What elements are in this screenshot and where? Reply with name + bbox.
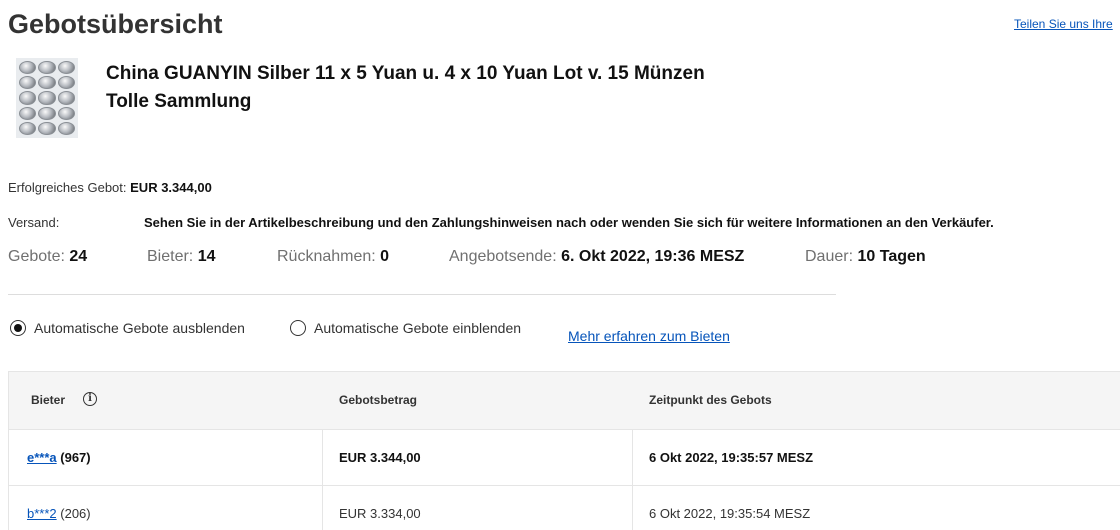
item-title[interactable]: China GUANYIN Silber 11 x 5 Yuan u. 4 x … [106,60,706,116]
stat-retractions: Rücknahmen: 0 [277,248,389,266]
stat-duration-label: Dauer: [805,248,854,265]
winning-bid-row: Erfolgreiches Gebot: EUR 3.344,00 [8,180,212,195]
bidder-cell: e***a (967) [27,450,91,465]
time-cell: 6 Okt 2022, 19:35:54 MESZ [649,506,811,521]
coin-image [38,76,56,90]
coin-image [19,91,37,105]
header-bidder: Bieter [31,393,66,407]
stat-retractions-label: Rücknahmen: [277,248,376,265]
stat-bids: Gebote: 24 [8,248,87,266]
table-row: b***2 (206) EUR 3.334,00 6 Okt 2022, 19:… [9,485,1120,530]
stat-bids-label: Gebote: [8,248,65,265]
bid-history-page: Gebotsübersicht Teilen Sie uns Ihre Chin… [0,0,1120,530]
header-amount: Gebotsbetrag [339,393,418,407]
coin-image [19,121,37,135]
coin-image [38,91,56,105]
winning-bid-value: EUR 3.344,00 [130,180,212,195]
stat-duration-value: 10 Tagen [857,248,926,265]
bid-stats: Gebote: 24 Bieter: 14 Rücknahmen: 0 Ange… [8,248,1108,270]
hide-auto-bids-option[interactable]: Automatische Gebote ausblenden [10,320,245,336]
bidder-feedback: (967) [60,450,91,465]
bidder-link[interactable]: b***2 [27,506,57,521]
show-auto-bids-label: Automatische Gebote einblenden [314,320,522,336]
coin-image [57,61,75,75]
bidder-cell: b***2 (206) [27,506,91,521]
stat-duration: Dauer: 10 Tagen [805,248,926,266]
header-time: Zeitpunkt des Gebots [649,393,772,407]
table-header: Bieter i Gebotsbetrag Zeitpunkt des Gebo… [9,372,1120,429]
coin-image [38,106,56,120]
coin-image [19,61,37,75]
coin-image [57,106,75,120]
radio-unselected-icon[interactable] [290,320,306,336]
show-auto-bids-option[interactable]: Automatische Gebote einblenden [290,320,521,336]
info-icon[interactable]: i [83,392,97,406]
page-title: Gebotsübersicht [8,9,223,39]
stat-end-value: 6. Okt 2022, 19:36 MESZ [561,248,745,265]
bidder-feedback: (206) [60,506,91,521]
divider [8,294,836,295]
bid-history-table: Bieter i Gebotsbetrag Zeitpunkt des Gebo… [8,371,1120,530]
stat-bidders-label: Bieter: [147,248,194,265]
coin-image [57,91,75,105]
shipping-value: Sehen Sie in der Artikelbeschreibung und… [144,215,994,230]
coin-image [19,106,37,120]
winning-bid-label: Erfolgreiches Gebot: [8,180,127,195]
stat-bids-value: 24 [69,248,88,265]
radio-selected-icon[interactable] [10,320,26,336]
hide-auto-bids-label: Automatische Gebote ausblenden [34,320,245,336]
stat-retractions-value: 0 [380,248,390,265]
amount-cell: EUR 3.344,00 [339,450,421,465]
coin-image [38,61,56,75]
amount-cell: EUR 3.334,00 [339,506,421,521]
stat-end: Angebotsende: 6. Okt 2022, 19:36 MESZ [449,248,744,266]
table-row: e***a (967) EUR 3.344,00 6 Okt 2022, 19:… [9,429,1120,485]
shipping-row: Versand: Sehen Sie in der Artikelbeschre… [8,215,1118,230]
coin-image [57,76,75,90]
share-feedback-link[interactable]: Teilen Sie uns Ihre [1014,17,1113,31]
coin-image [57,121,75,135]
shipping-label: Versand: [8,215,60,230]
coin-image [19,76,37,90]
bidder-link[interactable]: e***a [27,450,57,465]
item-thumbnail[interactable] [16,58,78,138]
stat-bidders-value: 14 [197,248,216,265]
coin-image [38,121,56,135]
time-cell: 6 Okt 2022, 19:35:57 MESZ [649,450,814,465]
stat-end-label: Angebotsende: [449,248,557,265]
stat-bidders: Bieter: 14 [147,248,216,266]
learn-more-bidding-link[interactable]: Mehr erfahren zum Bieten [568,328,730,344]
